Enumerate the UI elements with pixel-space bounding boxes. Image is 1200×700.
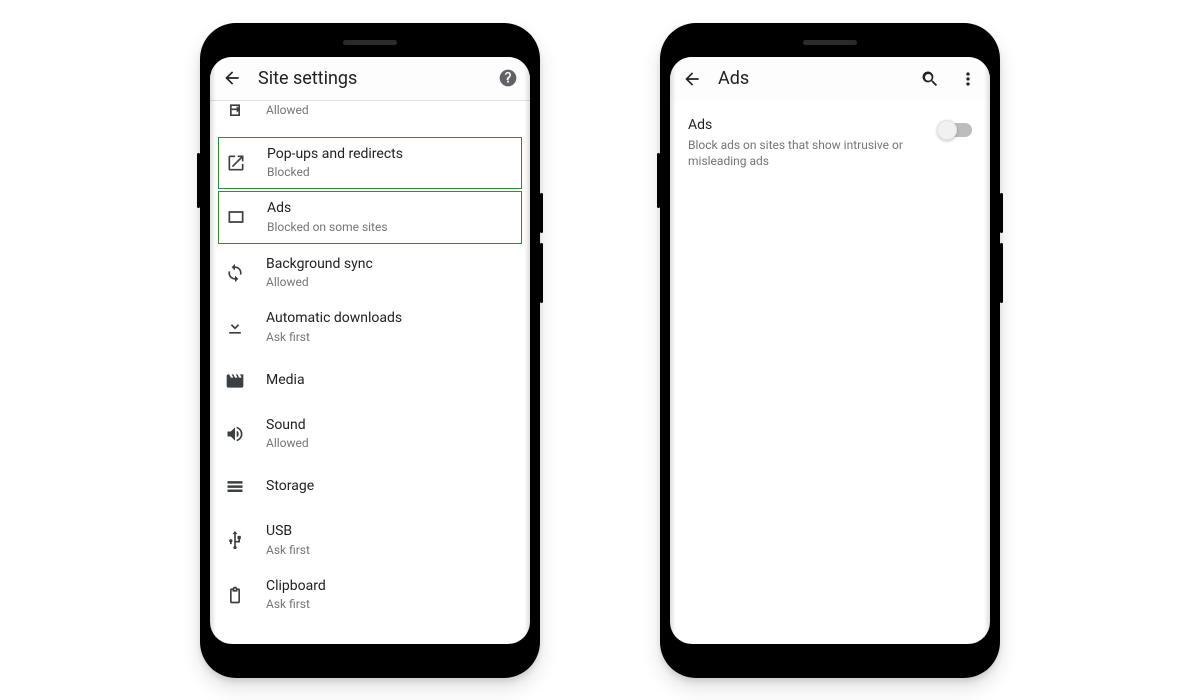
phone-right: Ads Ads Block ads on sites that show int… <box>660 23 1000 678</box>
usb-icon <box>222 528 248 552</box>
speaker-slot <box>803 40 857 45</box>
item-label: Storage <box>266 478 314 496</box>
item-sub: Ask first <box>266 330 402 345</box>
phone-frame: Ads Ads Block ads on sites that show int… <box>660 23 1000 678</box>
item-sub: Ask first <box>266 597 326 612</box>
item-label: Automatic downloads <box>266 310 402 328</box>
item-label: Background sync <box>266 256 373 274</box>
item-label: Sound <box>266 417 309 435</box>
item-texts: Clipboard Ask first <box>266 578 326 613</box>
item-texts: JavaScript Allowed <box>266 101 309 118</box>
item-sub: Blocked on some sites <box>267 220 388 235</box>
ads-texts: Ads Block ads on sites that show intrusi… <box>688 117 924 169</box>
toggle-knob <box>937 120 957 140</box>
bixby-button <box>540 193 543 233</box>
speaker-slot <box>343 40 397 45</box>
app-bar-actions <box>920 69 978 89</box>
media-icon <box>222 369 248 393</box>
javascript-icon <box>222 101 248 125</box>
item-label: Ads <box>267 200 388 218</box>
clipboard-icon <box>222 583 248 607</box>
back-arrow-icon[interactable] <box>222 68 242 88</box>
settings-item-popups[interactable]: Pop-ups and redirects Blocked <box>218 137 522 190</box>
search-icon[interactable] <box>920 69 940 89</box>
ads-icon <box>223 205 249 229</box>
item-sub: Allowed <box>266 275 373 290</box>
more-vert-icon[interactable] <box>958 69 978 89</box>
page-title: Ads <box>718 68 904 89</box>
sync-icon <box>222 261 248 285</box>
storage-icon <box>222 475 248 499</box>
settings-item-media[interactable]: Media <box>210 355 530 407</box>
item-sub: Ask first <box>266 543 310 558</box>
ads-description: Block ads on sites that show intrusive o… <box>688 137 908 169</box>
download-icon <box>222 315 248 339</box>
settings-item-automatic-downloads[interactable]: Automatic downloads Ask first <box>210 300 530 355</box>
item-texts: Media <box>266 372 305 390</box>
ads-label: Ads <box>688 117 924 133</box>
app-bar: Site settings <box>210 57 530 101</box>
ads-setting-row: Ads Block ads on sites that show intrusi… <box>670 101 990 169</box>
item-label: Media <box>266 372 305 390</box>
settings-list: JavaScript Allowed Pop-ups and redirects… <box>210 101 530 644</box>
item-label: USB <box>266 523 310 541</box>
power-button <box>540 243 543 303</box>
power-button <box>1000 243 1003 303</box>
settings-item-storage[interactable]: Storage <box>210 461 530 513</box>
item-texts: Storage <box>266 478 314 496</box>
item-texts: Ads Blocked on some sites <box>267 200 388 235</box>
settings-item-usb[interactable]: USB Ask first <box>210 513 530 568</box>
phone-left: Site settings JavaScript Allowed <box>200 23 540 678</box>
screen-left: Site settings JavaScript Allowed <box>210 57 530 644</box>
phone-frame: Site settings JavaScript Allowed <box>200 23 540 678</box>
open-in-new-icon <box>223 151 249 175</box>
item-sub: Blocked <box>267 165 403 180</box>
ads-toggle[interactable] <box>938 123 972 137</box>
item-label: Pop-ups and redirects <box>267 146 403 164</box>
screen-right: Ads Ads Block ads on sites that show int… <box>670 57 990 644</box>
sound-icon <box>222 422 248 446</box>
item-texts: Pop-ups and redirects Blocked <box>267 146 403 181</box>
app-bar: Ads <box>670 57 990 101</box>
settings-item-clipboard[interactable]: Clipboard Ask first <box>210 568 530 623</box>
item-texts: USB Ask first <box>266 523 310 558</box>
item-texts: Sound Allowed <box>266 417 309 452</box>
page-title: Site settings <box>258 68 482 89</box>
settings-item-sound[interactable]: Sound Allowed <box>210 407 530 462</box>
settings-item-javascript[interactable]: JavaScript Allowed <box>210 101 530 135</box>
back-arrow-icon[interactable] <box>682 69 702 89</box>
item-label: Clipboard <box>266 578 326 596</box>
bixby-button <box>1000 193 1003 233</box>
item-texts: Background sync Allowed <box>266 256 373 291</box>
item-texts: Automatic downloads Ask first <box>266 310 402 345</box>
item-sub: Allowed <box>266 436 309 451</box>
item-sub: Allowed <box>266 103 309 118</box>
help-icon[interactable] <box>498 68 518 88</box>
settings-item-ads[interactable]: Ads Blocked on some sites <box>218 191 522 244</box>
settings-item-background-sync[interactable]: Background sync Allowed <box>210 246 530 301</box>
